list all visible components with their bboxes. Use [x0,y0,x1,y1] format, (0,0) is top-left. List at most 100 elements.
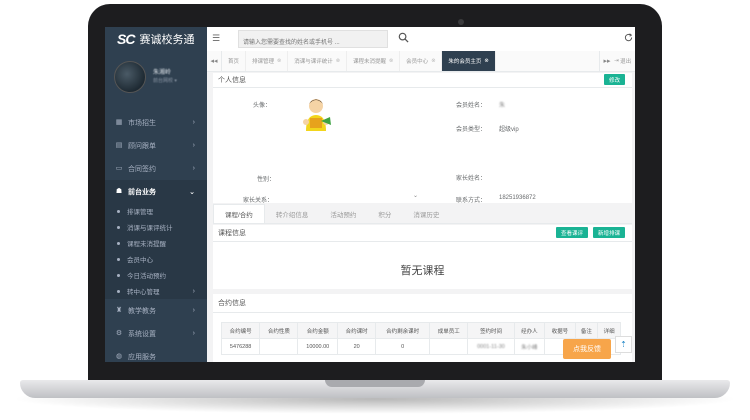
back-to-top-icon[interactable]: ⇡ [615,336,632,353]
tab-course-contract[interactable]: 课程/合约 [213,204,265,223]
camera-dot [458,19,464,25]
tabs-prev-icon[interactable]: ◂◂ [207,51,222,71]
bullet-icon [117,209,120,213]
chevron-right-icon: › [192,142,195,149]
tab-member-home[interactable]: 朱的会员主页 ⊗ [442,51,496,71]
profile-name: 朱湘岭 [153,70,172,76]
gender-label: 性别： [257,177,276,183]
sidebar-item-label: 教学教务 [128,307,156,315]
column-header: 经办人 [513,322,546,339]
column-header: 合约金额 [297,322,339,339]
sidebar-item-consultant[interactable]: ▤ 顾问跟单 › [105,134,207,157]
close-icon[interactable]: ⊗ [336,58,340,64]
panel-title: 课程信息 [218,230,246,237]
panel-header: 课程信息 查看课评 新增排课 [213,225,632,242]
tab-activity-booking[interactable]: 活动预约 [319,204,367,223]
panel-title: 个人信息 [218,77,246,84]
subnav-item-today-booking[interactable]: 今日活动预约 [105,267,207,283]
profile-role-dropdown[interactable]: 前台网校 ▾ [153,77,177,84]
table-cell: 0 [375,338,431,355]
bullet-icon [117,289,120,293]
view-review-button[interactable]: 查看课评 [555,227,588,238]
tab-member-center[interactable]: 会员中心 ⊗ [400,51,443,71]
users-icon: ☗ [115,188,123,195]
subnav-item-schedule[interactable]: 排课管理 [105,203,207,219]
subnav-item-reminder[interactable]: 课程未消提醒 [105,235,207,251]
panel-header: 个人信息 修改 [213,73,632,88]
main-content: 个人信息 修改 头像： 性别： 家长关系： 会员姓名： 朱 会员类型： 超级vi… [213,73,633,362]
subnav-label: 课程未消提醒 [127,241,166,248]
panel-title: 合约信息 [218,300,246,307]
course-info-panel: 课程信息 查看课评 新增排课 暂无课程 [213,225,632,289]
tab-consume-history[interactable]: 消课历史 [402,204,450,223]
table-cell: 5476288 [220,338,261,355]
table-cell: 20 [337,338,377,355]
refresh-icon[interactable] [624,33,633,42]
bullet-icon [117,257,120,261]
sidebar-item-label: 前台业务 [128,188,156,196]
sidebar-item-apps[interactable]: ◍ 应用服务 [105,345,207,362]
table-cell: 朱小峰 [513,338,546,355]
top-bar: ☰ [207,27,635,52]
table-row[interactable]: 5476288 10000.00 20 0 0001-11-30 朱小峰 [220,338,621,355]
chevron-right-icon: › [192,119,195,126]
sidebar-item-frontdesk[interactable]: ☗ 前台业务 ⌄ [105,180,207,203]
subnav-item-member-center[interactable]: 会员中心 [105,251,207,267]
member-name-label: 会员姓名： [456,103,487,109]
empty-course-text: 暂无课程 [400,265,445,277]
brand-name: 赛诚校务通 [139,34,195,46]
subnav-label: 转中心管理 [127,289,160,296]
sidebar-submenu: 排课管理 消课与课评统计 课程未消提醒 会员中心 今日活动预约 转中心管理 › [105,203,207,299]
sidebar-nav: ▦ 市场招生 › ▤ 顾问跟单 › ▭ 合同签约 › ☗ 前台业务 ⌄ 排课管理 [105,111,207,362]
tab-points[interactable]: 积分 [367,204,402,223]
avatar[interactable] [114,61,146,93]
bullet-icon [117,225,120,229]
tab-label: 课程未消提醒 [352,59,386,65]
close-icon[interactable]: ⊗ [484,58,488,64]
subnav-item-stats[interactable]: 消课与课评统计 [105,219,207,235]
column-header: 成单员工 [429,322,469,339]
profile: 朱湘岭 前台网校 ▾ [105,53,207,109]
sidebar-item-label: 顾问跟单 [128,142,156,150]
hamburger-icon[interactable]: ☰ [212,33,220,44]
subnav-label: 会员中心 [127,257,153,264]
sidebar-item-teaching[interactable]: ♜ 教学教务 › [105,299,207,322]
tab-stats[interactable]: 消课与课评统计 ⊗ [288,51,347,71]
grid-icon: ▦ [115,119,123,126]
exit-label: 退出 [620,59,632,65]
tab-home[interactable]: 首页 [222,51,247,71]
tab-label: 首页 [228,59,240,65]
page-tabs: 首页 排课管理 ⊗ 消课与课评统计 ⊗ 课程未消提醒 ⊗ 会员中心 ⊗ 朱的会员主页 ⊗ [222,51,496,71]
card-icon: ▭ [115,165,123,172]
add-schedule-button[interactable]: 新增排课 [592,227,625,238]
tabs-next-icon[interactable]: ▸▸ [599,51,614,71]
search-icon[interactable] [398,32,409,43]
feedback-button[interactable]: 点我反馈 [563,339,611,359]
column-header: 合约编号 [220,322,261,339]
gears-icon: ⚙ [115,330,123,337]
sidebar-item-settings[interactable]: ⚙ 系统设置 › [105,322,207,345]
chevron-down-icon[interactable]: ⌄ [413,192,418,199]
subnav-item-transfer[interactable]: 转中心管理 › [105,283,207,299]
subnav-label: 排课管理 [127,209,153,216]
bullet-icon [117,273,120,277]
edit-button[interactable]: 修改 [603,74,625,85]
table-cell [429,338,469,355]
column-header: 合约剩余课时 [375,322,431,339]
tab-schedule[interactable]: 排课管理 ⊗ [246,51,289,71]
tab-referral[interactable]: 转介绍信息 [265,204,320,223]
sidebar-item-contract[interactable]: ▭ 合同签约 › [105,157,207,180]
close-icon[interactable]: ⊗ [389,58,393,64]
close-icon[interactable]: ⊗ [277,58,281,64]
table-cell: 10000.00 [297,338,339,355]
page-tabs-bar: ◂◂ 首页 排课管理 ⊗ 消课与课评统计 ⊗ 课程未消提醒 ⊗ 会员中心 ⊗ 朱的会员主… [207,51,635,72]
brand-logo: SC [117,31,135,47]
tab-reminder[interactable]: 课程未消提醒 ⊗ [347,51,401,71]
exit-button[interactable]: ⇥ 退出 [614,51,631,71]
tab-label: 会员中心 [406,59,429,65]
sidebar-item-market[interactable]: ▦ 市场招生 › [105,111,207,134]
search-input[interactable] [239,35,387,51]
brand[interactable]: SC 赛诚校务通 [105,27,207,51]
close-icon[interactable]: ⊗ [431,58,435,64]
column-header: 备注 [574,322,599,339]
